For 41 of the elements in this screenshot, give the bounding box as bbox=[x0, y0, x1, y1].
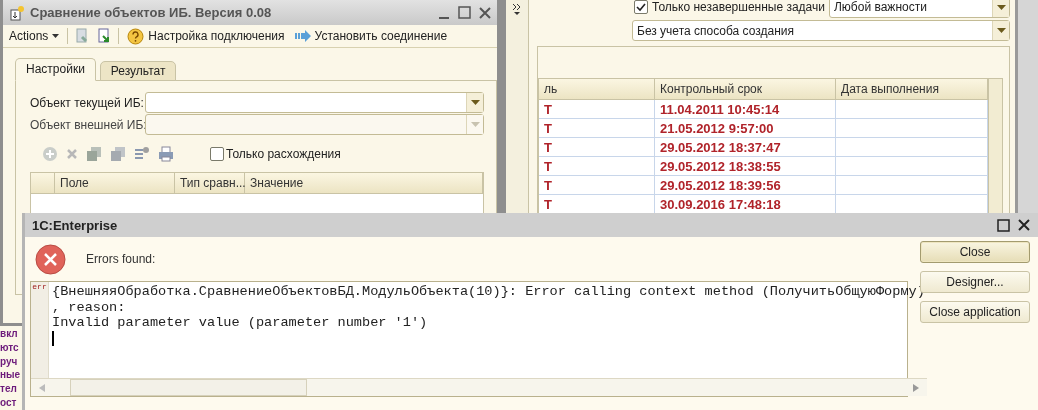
table-cell: Т bbox=[539, 100, 655, 119]
connect-button[interactable]: Установить соединение bbox=[292, 29, 450, 43]
text-fragment: ные bbox=[0, 368, 21, 383]
error-marker: err bbox=[32, 282, 47, 293]
checkbox-label: Только незавершенные задачи bbox=[652, 0, 825, 14]
column-header[interactable]: Дата выполнения bbox=[836, 79, 988, 100]
column-header[interactable]: Поле bbox=[55, 173, 175, 194]
message-line: Invalid parameter value (parameter number '1') bbox=[52, 315, 429, 331]
table-cell: Т bbox=[539, 176, 655, 195]
field-label: Объект текущей ИБ: bbox=[30, 95, 142, 110]
message-line: , reason: bbox=[52, 299, 127, 315]
importance-select[interactable]: Любой важности bbox=[829, 0, 1010, 18]
window-title: Сравнение объектов ИБ. Версия 0.08 bbox=[30, 5, 272, 20]
dialog-button[interactable]: Close application bbox=[920, 301, 1030, 323]
table-cell: 11.04.2011 10:45:14 bbox=[655, 100, 836, 119]
tab[interactable]: Результат bbox=[99, 61, 177, 81]
table-cell: Т bbox=[539, 157, 655, 176]
column-header[interactable]: Тип сравн... bbox=[175, 173, 245, 194]
checkbox-label: Только расхождения bbox=[226, 147, 341, 161]
actions-menu[interactable]: Actions bbox=[7, 29, 62, 43]
error-heading: Errors found: bbox=[86, 252, 156, 266]
text-fragment: вкл bbox=[0, 327, 18, 341]
text-fragment: тел bbox=[0, 382, 17, 396]
column-header[interactable]: ль bbox=[539, 79, 655, 100]
table-cell: Т bbox=[539, 119, 655, 138]
text-fragment: ютс bbox=[0, 340, 19, 355]
dialog-button[interactable]: Designer... bbox=[920, 271, 1030, 293]
creation-select[interactable]: Без учета способа создания bbox=[632, 20, 1010, 41]
text-fragment: ост bbox=[0, 396, 17, 410]
settings-button[interactable]: Настройка подключения bbox=[125, 27, 287, 45]
tab[interactable]: Настройки bbox=[15, 58, 96, 81]
text-fragment: руч bbox=[0, 354, 18, 369]
dialog-button[interactable]: Close bbox=[920, 241, 1030, 263]
column-header[interactable]: Контрольный срок bbox=[655, 79, 836, 100]
table-cell: Т bbox=[539, 138, 655, 157]
table-cell: 21.05.2012 9:57:00 bbox=[655, 119, 836, 138]
column-header[interactable]: Значение bbox=[245, 173, 483, 194]
table-cell: 29.05.2012 18:38:55 bbox=[655, 157, 836, 176]
dialog-title: 1C:Enterprise bbox=[32, 217, 118, 233]
table-cell: 29.05.2012 18:37:47 bbox=[655, 138, 836, 157]
table-cell: 29.05.2012 18:39:56 bbox=[655, 176, 836, 195]
